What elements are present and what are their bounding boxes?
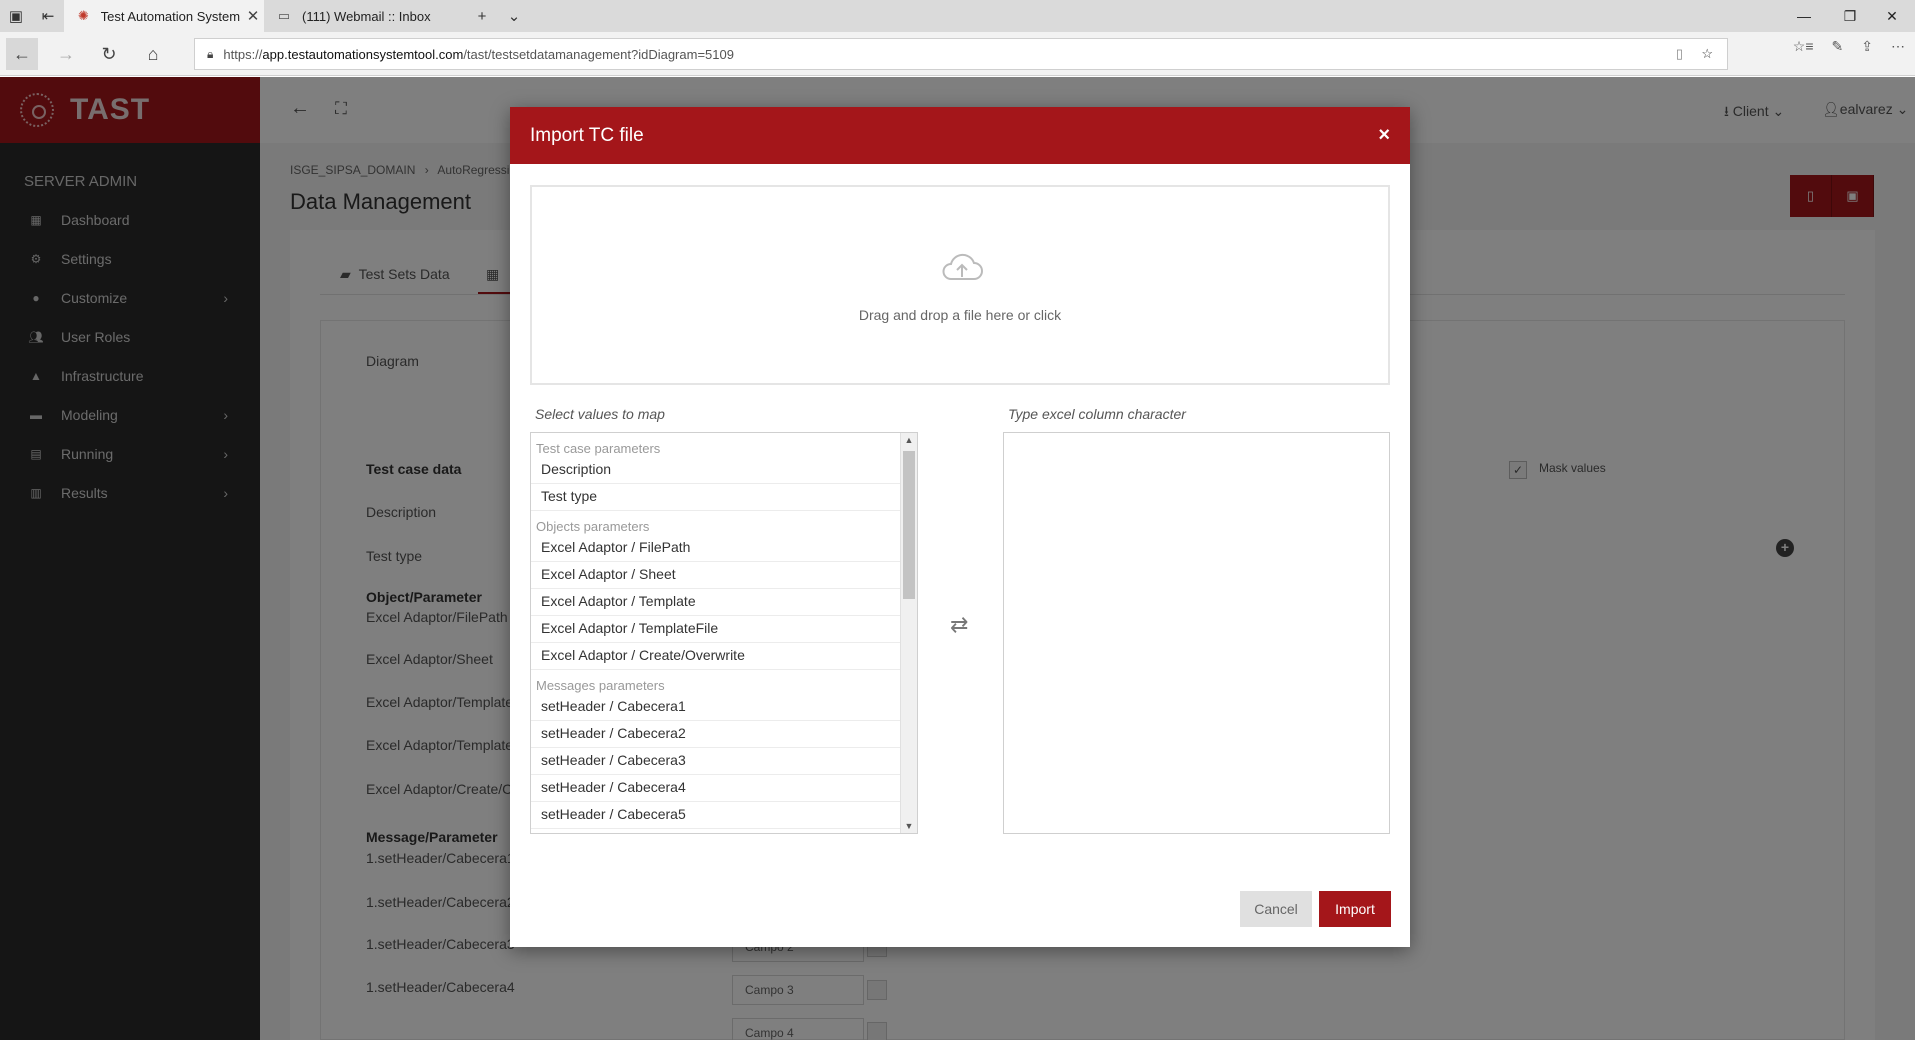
page-icon: ▭: [277, 8, 291, 23]
list-option[interactable]: setHeader / Cabecera1: [531, 694, 901, 721]
select-values-title: Select values to map: [535, 406, 665, 422]
restore-icon[interactable]: ❐: [1827, 0, 1873, 32]
modal-header: Import TC file ×: [510, 107, 1410, 164]
url-path: /tast/testsetdatamanagement?idDiagram=51…: [463, 46, 734, 62]
listbox-scrollbar[interactable]: ▲ ▼: [900, 433, 917, 833]
favorites-icon[interactable]: ☆≡: [1793, 38, 1814, 55]
favorite-star-icon[interactable]: ☆: [1701, 46, 1713, 62]
list-option[interactable]: Excel Adaptor / FilePath: [531, 535, 901, 562]
tab-title: (111) Webmail :: Inbox: [302, 8, 431, 24]
minimize-icon[interactable]: —: [1781, 0, 1827, 32]
url-scheme: https://: [223, 46, 263, 62]
scroll-up-icon[interactable]: ▲: [901, 435, 917, 445]
modal-title: Import TC file: [530, 124, 644, 146]
dropzone-text: Drag and drop a file here or click: [858, 307, 1062, 323]
back-arrow-icon[interactable]: ←: [6, 38, 38, 70]
tab-title: Test Automation System: [100, 8, 241, 24]
list-group-header: Test case parameters: [536, 441, 661, 456]
share-icon[interactable]: ⇪: [1861, 38, 1873, 55]
tab-manager-icon[interactable]: ▣: [0, 0, 32, 32]
list-option[interactable]: Description: [531, 457, 901, 484]
url-host: app.testautomationsystemtool.com: [262, 46, 464, 62]
tast-favicon-icon: ✺: [77, 8, 89, 23]
scroll-down-icon[interactable]: ▼: [901, 821, 917, 831]
close-window-icon[interactable]: ✕: [1869, 0, 1915, 32]
excel-column-input[interactable]: [1003, 432, 1390, 834]
cancel-button[interactable]: Cancel: [1240, 891, 1312, 927]
list-option[interactable]: Excel Adaptor / Sheet: [531, 562, 901, 589]
forward-arrow-icon[interactable]: →: [50, 38, 82, 70]
list-option[interactable]: setHeader / Cabecera2: [531, 721, 901, 748]
scrollbar-thumb[interactable]: [903, 451, 915, 599]
import-button[interactable]: Import: [1319, 891, 1391, 927]
list-option[interactable]: Excel Adaptor / TemplateFile: [531, 616, 901, 643]
close-tab-icon[interactable]: ✕: [242, 7, 264, 25]
file-dropzone[interactable]: Drag and drop a file here or click: [530, 185, 1390, 385]
list-option[interactable]: setHeader / Cabecera5: [531, 802, 901, 829]
tab-list-chevron-icon[interactable]: ⌄: [498, 0, 530, 32]
refresh-icon[interactable]: ↻: [93, 38, 125, 70]
browser-tab-webmail[interactable]: ▭ (111) Webmail :: Inbox: [264, 0, 464, 32]
list-option[interactable]: Excel Adaptor / Template: [531, 589, 901, 616]
browser-tab-active[interactable]: ✺ Test Automation System ✕: [64, 0, 264, 32]
reading-view-icon[interactable]: ▯: [1676, 46, 1683, 62]
more-icon[interactable]: ⋯: [1891, 38, 1905, 55]
new-tab-icon[interactable]: +: [466, 0, 498, 32]
list-group-header: Messages parameters: [536, 678, 665, 693]
set-aside-tabs-icon[interactable]: ⇤: [32, 0, 64, 32]
close-icon[interactable]: ×: [1378, 124, 1390, 147]
cloud-upload-icon: [942, 253, 983, 280]
list-group-header: Objects parameters: [536, 519, 650, 534]
home-icon[interactable]: ⌂: [137, 38, 169, 70]
lock-icon: 🔒︎: [207, 46, 214, 61]
swap-arrows-icon[interactable]: ⇄: [950, 612, 968, 638]
list-option[interactable]: setHeader / Cabecera3: [531, 748, 901, 775]
excel-column-title: Type excel column character: [1008, 406, 1186, 422]
list-option[interactable]: Excel Adaptor / Create/Overwrite: [531, 643, 901, 670]
import-modal: Import TC file × Drag and drop a file he…: [510, 107, 1410, 947]
browser-nav-bar: ← → ↻ ⌂ 🔒︎ https://app.testautomationsys…: [0, 32, 1915, 76]
list-option[interactable]: Test type: [531, 484, 901, 511]
pen-icon[interactable]: ✎: [1832, 38, 1844, 55]
values-listbox[interactable]: Test case parameters Description Test ty…: [530, 432, 918, 834]
list-option[interactable]: setHeader / Cabecera4: [531, 775, 901, 802]
browser-toolbar: ☆≡ ✎ ⇪ ⋯: [1793, 38, 1905, 55]
browser-tab-bar: ▣ ⇤ ✺ Test Automation System ✕ ▭ (111) W…: [0, 0, 1915, 32]
address-bar[interactable]: 🔒︎ https://app.testautomationsystemtool.…: [194, 38, 1728, 70]
